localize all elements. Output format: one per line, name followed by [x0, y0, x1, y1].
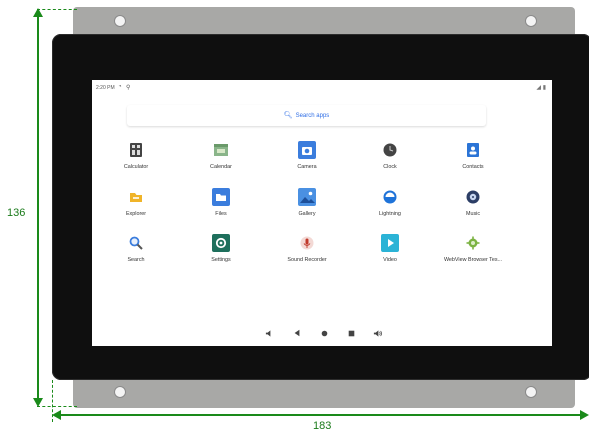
calendar-icon: [214, 144, 228, 156]
clock-icon: [383, 143, 397, 157]
app-label: Video: [383, 257, 397, 263]
search-label: Search apps: [295, 113, 330, 119]
app-files[interactable]: Files: [181, 188, 261, 217]
search-icon: 🔍︎: [283, 112, 293, 119]
android-icon: [466, 236, 480, 250]
mounting-hole: [114, 15, 126, 27]
app-label: WebView Browser Tes...: [443, 257, 503, 263]
app-sound-recorder[interactable]: Sound Recorder: [267, 234, 347, 263]
height-label: 136: [7, 207, 26, 219]
app-search[interactable]: Search: [96, 234, 176, 263]
app-calculator[interactable]: Calculator: [96, 141, 176, 170]
search-apps-bar[interactable]: 🔍︎ Search apps: [127, 105, 486, 126]
width-dimension-line: [57, 414, 581, 416]
mounting-hole: [114, 386, 126, 398]
app-music[interactable]: Music: [433, 188, 513, 217]
app-calendar[interactable]: Calendar: [181, 141, 261, 170]
navigation-bar: [262, 328, 384, 340]
arrow-right-icon: [580, 410, 589, 420]
height-dimension-line: [37, 12, 39, 404]
app-explorer[interactable]: Explorer: [96, 188, 176, 217]
app-label: Sound Recorder: [287, 257, 327, 263]
files-icon: [212, 188, 230, 206]
video-icon: [381, 234, 399, 252]
back-icon[interactable]: [292, 328, 302, 338]
app-label: Contacts: [462, 164, 484, 170]
home-icon[interactable]: [319, 328, 329, 338]
recents-icon[interactable]: [346, 328, 356, 338]
microphone-icon: [300, 236, 314, 250]
app-label: Lightning: [379, 211, 401, 217]
app-label: Clock: [383, 164, 397, 170]
status-bar: 2:20 PM ◔ ⚲ ◢ ▮: [96, 84, 546, 94]
camera-icon: [298, 141, 316, 159]
calculator-icon: [130, 143, 142, 157]
volume-down-icon[interactable]: [264, 328, 274, 338]
app-label: Calculator: [123, 164, 149, 170]
width-label: 183: [313, 420, 332, 432]
app-lightning[interactable]: Lightning: [350, 188, 430, 217]
mounting-hole: [525, 386, 537, 398]
mounting-hole: [525, 15, 537, 27]
folder-icon: [130, 193, 142, 202]
app-label: Search: [127, 257, 145, 263]
app-label: Files: [215, 211, 227, 217]
app-webview-browser-tes[interactable]: WebView Browser Tes...: [433, 234, 513, 263]
settings-icon: [212, 234, 230, 252]
app-label: Calendar: [210, 164, 232, 170]
app-label: Music: [465, 211, 481, 217]
music-icon: [466, 190, 480, 204]
lightning-icon: [383, 190, 397, 204]
battery-signal-icon: ◢ ▮: [536, 85, 546, 91]
app-label: Explorer: [125, 211, 147, 217]
dimension-guide: [37, 9, 77, 10]
app-settings[interactable]: Settings: [181, 234, 261, 263]
app-label: Camera: [297, 164, 317, 170]
app-video[interactable]: Video: [350, 234, 430, 263]
app-clock[interactable]: Clock: [350, 141, 430, 170]
arrow-left-icon: [52, 410, 61, 420]
gallery-icon: [298, 188, 316, 206]
app-camera[interactable]: Camera: [267, 141, 347, 170]
search-app-icon: [129, 236, 143, 250]
sync-icon: ◔: [118, 84, 122, 90]
app-contacts[interactable]: Contacts: [433, 141, 513, 170]
volume-up-icon[interactable]: [372, 328, 382, 338]
contacts-icon: [467, 143, 479, 157]
app-gallery[interactable]: Gallery: [267, 188, 347, 217]
location-icon: ⚲: [126, 85, 131, 91]
app-label: Gallery: [298, 211, 316, 217]
status-time: 2:20 PM: [96, 85, 115, 91]
app-label: Settings: [211, 257, 231, 263]
dimension-guide: [37, 406, 77, 407]
dimension-guide: [52, 380, 53, 422]
